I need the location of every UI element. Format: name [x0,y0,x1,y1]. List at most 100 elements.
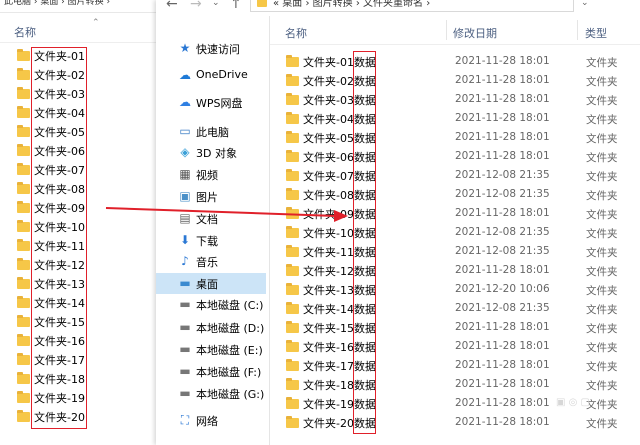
folder-icon [17,315,30,327]
address-breadcrumb[interactable]: « 桌面 › 图片转换 › 文件夹重命名 › [273,0,430,9]
nav-item-17[interactable]: ⛶ 网络 [156,410,268,431]
table-row[interactable]: 文件夹-12数据 2021-11-28 18:01 文件夹 [270,261,640,280]
folder-icon [286,169,299,181]
nav-item-4[interactable]: ▭ 此电脑 [156,121,268,142]
table-row[interactable]: 文件夹-06数据 2021-11-28 18:01 文件夹 [270,147,640,166]
list-item[interactable]: 文件夹-18 [0,369,156,388]
download-icon: ⬇ [179,233,191,247]
address-dropdown-chevron-icon[interactable]: ⌄ [581,0,589,8]
left-column-header[interactable]: 名称 ⌃ [0,18,156,43]
table-row[interactable]: 文件夹-08数据 2021-12-08 21:35 文件夹 [270,185,640,204]
table-row[interactable]: 文件夹-09数据 2021-11-28 18:01 文件夹 [270,204,640,223]
nav-item-13[interactable]: ▬ 本地磁盘 (D:) [156,317,268,338]
drive-icon: ▬ [179,320,191,334]
nav-item-5[interactable]: ◈ 3D 对象 [156,142,268,163]
nav-item-2[interactable]: ☁ OneDrive [156,65,268,86]
list-item[interactable]: 文件夹-13 [0,274,156,293]
name-column-header[interactable]: 名称 [285,25,307,41]
nav-item-3[interactable]: ☁ WPS网盘 [156,92,268,113]
table-row[interactable]: 文件夹-04数据 2021-11-28 18:01 文件夹 [270,109,640,128]
file-name: 文件夹-14数据 [303,303,376,316]
list-item[interactable]: 文件夹-20 [0,407,156,426]
list-item[interactable]: 文件夹-05 [0,122,156,141]
table-row[interactable]: 文件夹-05数据 2021-11-28 18:01 文件夹 [270,128,640,147]
folder-name: 文件夹-17 [34,354,85,367]
list-item[interactable]: 文件夹-19 [0,388,156,407]
column-separator[interactable] [446,20,447,40]
file-type: 文件夹 [586,266,618,278]
folder-icon [257,0,267,7]
nav-item-15[interactable]: ▬ 本地磁盘 (F:) [156,361,268,382]
file-modified-date: 2021-11-28 18:01 [455,112,550,124]
list-item[interactable]: 文件夹-07 [0,160,156,179]
nav-item-16[interactable]: ▬ 本地磁盘 (G:) [156,383,268,404]
up-arrow-icon[interactable]: ↑ [230,0,242,12]
file-name: 文件夹-19数据 [303,398,376,411]
table-row[interactable]: 文件夹-15数据 2021-11-28 18:01 文件夹 [270,318,640,337]
table-row[interactable]: 文件夹-14数据 2021-12-08 21:35 文件夹 [270,299,640,318]
list-item[interactable]: 文件夹-02 [0,65,156,84]
nav-item-6[interactable]: ▦ 视频 [156,164,268,185]
list-item[interactable]: 文件夹-01 [0,46,156,65]
nav-item-9[interactable]: ⬇ 下载 [156,230,268,251]
nav-item-12[interactable]: ▬ 本地磁盘 (C:) [156,294,268,315]
table-row[interactable]: 文件夹-07数据 2021-12-08 21:35 文件夹 [270,166,640,185]
list-item[interactable]: 文件夹-15 [0,312,156,331]
date-column-header[interactable]: 修改日期 [453,25,497,41]
nav-item-14[interactable]: ▬ 本地磁盘 (E:) [156,339,268,360]
folder-name: 文件夹-01 [34,50,85,63]
nav-item-7[interactable]: ▣ 图片 [156,186,268,207]
file-modified-date: 2021-11-28 18:01 [455,55,550,67]
nav-item-8[interactable]: ▤ 文档 [156,208,268,229]
nav-item-1[interactable]: ★ 快速访问 [156,38,268,59]
table-row[interactable]: 文件夹-18数据 2021-11-28 18:01 文件夹 [270,375,640,394]
document-icon: ▤ [179,211,191,225]
file-type: 文件夹 [586,399,618,411]
file-modified-date: 2021-11-28 18:01 [455,150,550,162]
list-item[interactable]: 文件夹-04 [0,103,156,122]
table-row[interactable]: 文件夹-17数据 2021-11-28 18:01 文件夹 [270,356,640,375]
folder-name: 文件夹-08 [34,183,85,196]
list-item[interactable]: 文件夹-11 [0,236,156,255]
list-item[interactable]: 文件夹-14 [0,293,156,312]
list-item[interactable]: 文件夹-08 [0,179,156,198]
nav-item-11[interactable]: ▬ 桌面 [156,273,266,294]
folder-icon [17,163,30,175]
file-name: 文件夹-05数据 [303,132,376,145]
list-item[interactable]: 文件夹-17 [0,350,156,369]
table-row[interactable]: 文件夹-01数据 2021-11-28 18:01 文件夹 [270,52,640,71]
cloud-icon: ☁ [179,95,191,109]
folder-icon [17,353,30,365]
list-item[interactable]: 文件夹-03 [0,84,156,103]
file-type: 文件夹 [586,342,618,354]
table-row[interactable]: 文件夹-13数据 2021-12-20 10:06 文件夹 [270,280,640,299]
address-bar[interactable]: « 桌面 › 图片转换 › 文件夹重命名 › [250,0,574,12]
table-row[interactable]: 文件夹-02数据 2021-11-28 18:01 文件夹 [270,71,640,90]
forward-arrow-icon[interactable]: → [190,0,202,12]
column-separator[interactable] [577,20,578,40]
folder-name: 文件夹-19 [34,392,85,405]
nav-item-10[interactable]: ♪ 音乐 [156,251,268,272]
table-row[interactable]: 文件夹-10数据 2021-12-08 21:35 文件夹 [270,223,640,242]
nav-item-label: 3D 对象 [196,147,237,160]
list-item[interactable]: 文件夹-16 [0,331,156,350]
back-arrow-icon[interactable]: ← [166,0,178,12]
folder-icon [17,68,30,80]
folder-name: 文件夹-10 [34,221,85,234]
nav-item-label: 下载 [196,235,218,248]
list-item[interactable]: 文件夹-06 [0,141,156,160]
list-item[interactable]: 文件夹-12 [0,255,156,274]
left-breadcrumb[interactable]: 此电脑 › 桌面 › 图片转换 › [0,0,156,13]
file-name: 文件夹-08数据 [303,189,376,202]
list-item[interactable]: 文件夹-10 [0,217,156,236]
table-row[interactable]: 文件夹-03数据 2021-11-28 18:01 文件夹 [270,90,640,109]
folder-icon [17,258,30,270]
list-item[interactable]: 文件夹-09 [0,198,156,217]
recent-locations-chevron-icon[interactable]: ⌄ [212,0,220,8]
type-column-header[interactable]: 类型 [585,25,607,41]
left-name-column-header[interactable]: 名称 [14,24,36,40]
table-row[interactable]: 文件夹-20数据 2021-11-28 18:01 文件夹 [270,413,640,432]
table-row[interactable]: 文件夹-11数据 2021-12-08 21:35 文件夹 [270,242,640,261]
table-row[interactable]: 文件夹-16数据 2021-11-28 18:01 文件夹 [270,337,640,356]
folder-icon [17,334,30,346]
